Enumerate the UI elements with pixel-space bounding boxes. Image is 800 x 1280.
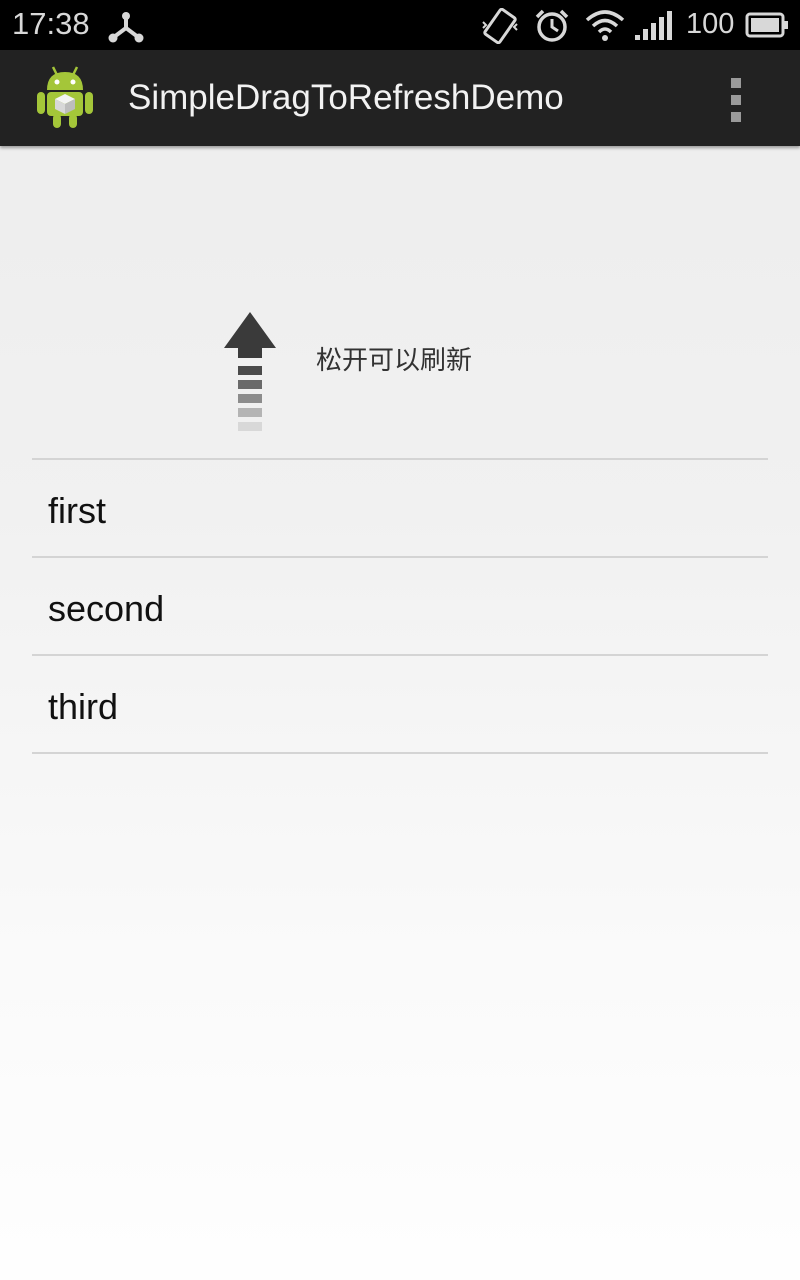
- list-divider: [32, 752, 768, 754]
- list-item-label: first: [48, 490, 106, 531]
- pull-arrow-up-icon: [222, 310, 278, 438]
- list-item-label: second: [48, 588, 165, 629]
- wifi-icon: [585, 8, 625, 48]
- list-item[interactable]: third: [32, 656, 768, 752]
- overflow-menu-button[interactable]: [712, 68, 760, 128]
- list-item-label: third: [48, 686, 119, 727]
- action-bar: SimpleDragToRefreshDemo: [0, 50, 800, 146]
- alarm-icon: [533, 8, 571, 48]
- status-time: 17:38: [12, 6, 90, 41]
- list-item[interactable]: first: [32, 460, 768, 556]
- android-icon[interactable]: [34, 64, 96, 134]
- vibrate-icon: [480, 7, 520, 48]
- usb-icon: [106, 8, 146, 48]
- signal-icon: [634, 8, 676, 48]
- battery-level: 100: [686, 8, 735, 40]
- list-item[interactable]: second: [32, 558, 768, 654]
- pull-to-refresh-header: 松开可以刷新: [0, 146, 800, 458]
- battery-icon: [745, 10, 789, 44]
- item-list: first second third: [32, 458, 768, 754]
- overflow-menu-icon: [731, 78, 741, 88]
- status-bar: 17:38 100: [0, 0, 800, 50]
- refresh-status-text: 松开可以刷新: [316, 346, 473, 376]
- app-title: SimpleDragToRefreshDemo: [128, 78, 564, 117]
- screen: 17:38 100 SimpleDragToRefreshDemo 松开可以刷新…: [0, 0, 800, 1280]
